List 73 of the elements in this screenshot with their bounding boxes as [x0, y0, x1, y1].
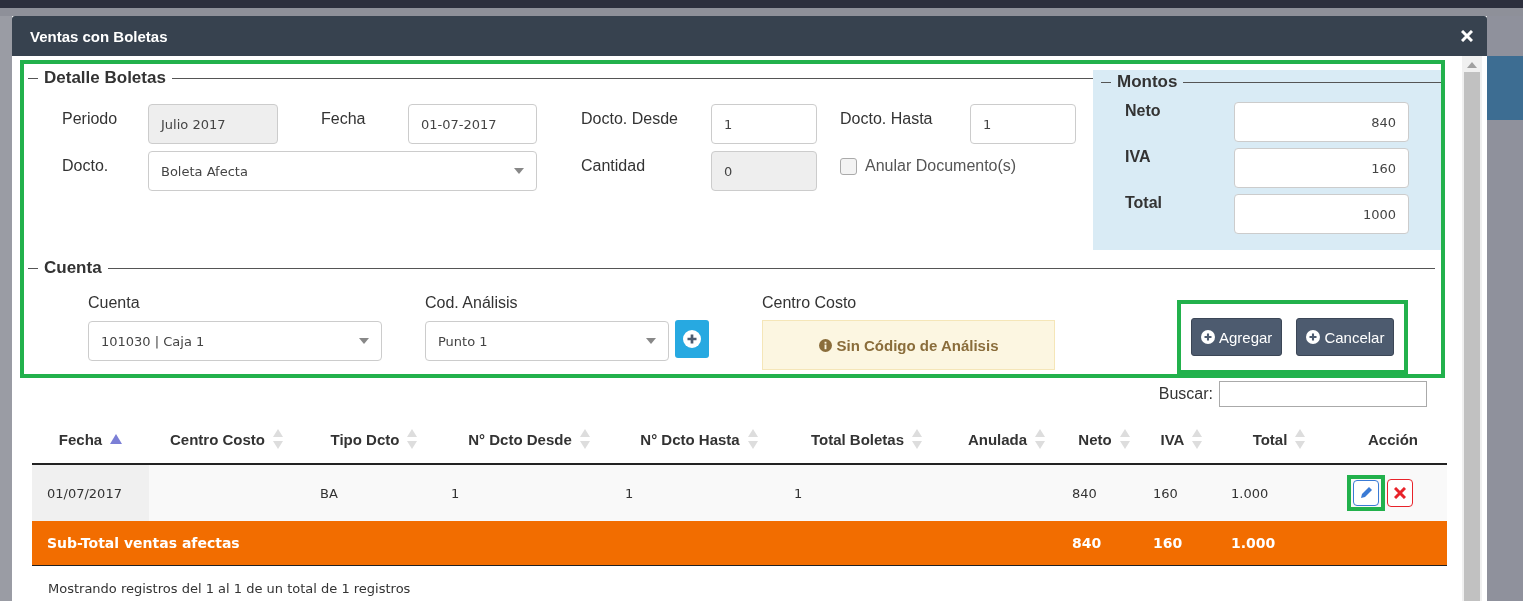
- dialog-title: Ventas con Boletas: [30, 27, 168, 45]
- input-field[interactable]: 01-07-2017: [408, 104, 537, 144]
- table-cell: BA: [320, 485, 338, 501]
- field-label: Total: [1125, 194, 1164, 213]
- field-label: Periodo: [62, 109, 119, 128]
- section-legend: Montos: [1117, 72, 1178, 92]
- column-header[interactable]: Centro Costo: [170, 430, 265, 448]
- field-label: Cuenta: [88, 294, 141, 312]
- section-legend: Cuenta: [44, 258, 102, 278]
- select-field[interactable]: Boleta Afecta: [148, 151, 537, 191]
- column-header: Acción: [1368, 430, 1418, 448]
- notice-text: Sin Código de Análisis: [836, 336, 999, 354]
- field-label: Centro Costo: [762, 294, 858, 312]
- field-label: Docto.: [62, 156, 110, 175]
- select-field[interactable]: 101030 | Caja 1: [88, 321, 382, 361]
- field-label: Docto. Hasta: [840, 109, 934, 128]
- readonly-field[interactable]: 0: [711, 151, 817, 191]
- delete-button[interactable]: [1387, 479, 1413, 507]
- scroll-up-icon[interactable]: [1467, 62, 1477, 68]
- readonly-field[interactable]: Julio 2017: [148, 104, 278, 144]
- table-cell: 01/07/2017: [47, 485, 122, 501]
- info-icon: [818, 338, 832, 352]
- scrollbar[interactable]: [1462, 56, 1482, 601]
- caret-icon: [646, 338, 656, 344]
- subtotal-value: 840: [1072, 535, 1102, 551]
- add-button[interactable]: [675, 320, 709, 358]
- caret-icon: [359, 338, 369, 344]
- field-label: Cantidad: [581, 156, 647, 175]
- field-label: Neto: [1125, 102, 1162, 121]
- plus-circle-icon: [1306, 330, 1321, 344]
- field-label: IVA: [1125, 148, 1152, 167]
- column-header[interactable]: Total Boletas: [810, 430, 905, 448]
- action-button[interactable]: Cancelar: [1296, 318, 1395, 356]
- table-cell: 840: [1072, 485, 1097, 501]
- table-cell: 1: [625, 485, 634, 501]
- column-header[interactable]: Neto: [1078, 430, 1112, 448]
- input-field[interactable]: 1: [711, 104, 817, 144]
- table-cell: 1: [451, 485, 460, 501]
- plus-circle-icon: [1201, 330, 1215, 344]
- table-info: Mostrando registros del 1 al 1 de un total de 1 registros: [48, 581, 411, 596]
- column-header[interactable]: Tipo Dcto: [330, 430, 400, 448]
- field-label: Docto. Desde: [581, 109, 679, 128]
- close-icon[interactable]: [1461, 30, 1473, 42]
- table-cell: 1: [794, 485, 803, 501]
- field-label: Fecha: [321, 109, 367, 128]
- checkbox-label: Anular Documento(s): [865, 157, 1017, 175]
- table-cell: 1.000: [1231, 485, 1269, 501]
- subtotal-value: 1.000: [1231, 535, 1276, 551]
- input-field[interactable]: 840: [1234, 102, 1409, 142]
- input-field[interactable]: 1: [970, 104, 1076, 144]
- field-label: Cod. Análisis: [425, 294, 519, 312]
- pencil-icon: [1359, 486, 1373, 500]
- input-field[interactable]: 160: [1234, 148, 1409, 188]
- action-button[interactable]: Agregar: [1191, 318, 1283, 356]
- search-label: Buscar:: [1158, 385, 1213, 403]
- select-field[interactable]: Punto 1: [425, 321, 669, 361]
- column-header[interactable]: Fecha: [58, 430, 103, 448]
- subtotal-value: 160: [1153, 535, 1183, 551]
- table-cell: 160: [1153, 485, 1178, 501]
- input-field[interactable]: 1000: [1234, 194, 1409, 234]
- edit-button[interactable]: [1353, 480, 1379, 506]
- column-header[interactable]: N° Dcto Hasta: [640, 430, 740, 448]
- close-icon: [1394, 487, 1406, 499]
- search-field[interactable]: [1219, 381, 1427, 407]
- column-header[interactable]: Anulada: [967, 430, 1028, 448]
- caret-icon: [514, 168, 524, 174]
- column-header[interactable]: Total: [1252, 430, 1288, 448]
- subtotal-label: Sub-Total ventas afectas: [47, 535, 240, 551]
- column-header[interactable]: IVA: [1160, 430, 1185, 448]
- section-legend: Detalle Boletas: [44, 68, 166, 88]
- column-header[interactable]: N° Dcto Desde: [468, 430, 572, 448]
- checkbox[interactable]: [840, 157, 857, 175]
- plus-icon: [683, 330, 701, 348]
